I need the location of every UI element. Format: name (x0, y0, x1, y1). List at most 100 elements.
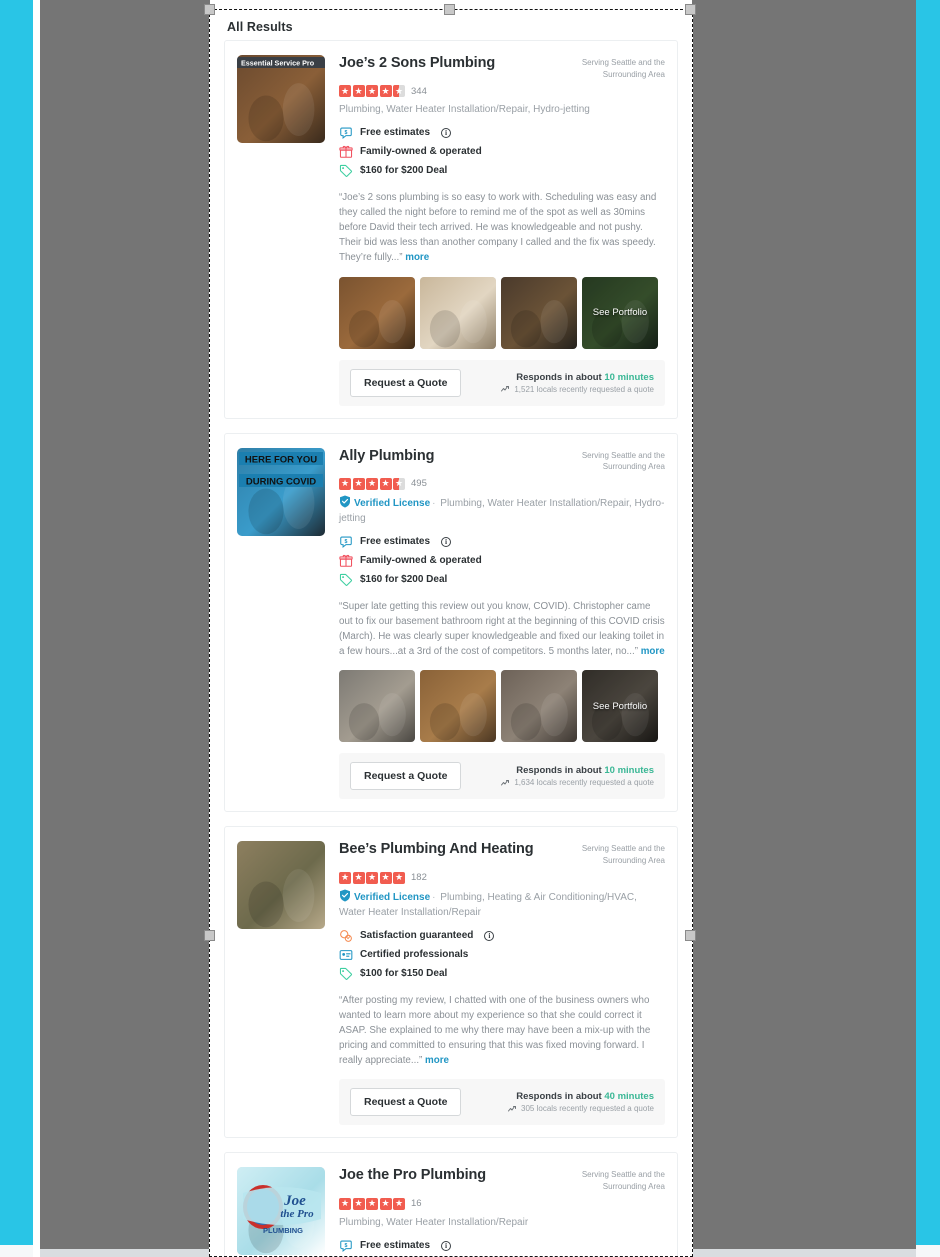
joe-the-pro-logo[interactable]: Joe the Pro PLUMBING (237, 1167, 325, 1256)
screenshot-selection-region[interactable]: All Results Essential Service Pro Joe’s … (209, 9, 693, 1257)
portfolio-thumbnail[interactable] (420, 670, 496, 743)
review-count[interactable]: 16 (411, 1198, 422, 1209)
screenshot-root: All Results Essential Service Pro Joe’s … (0, 0, 940, 1257)
request-a-quote-button[interactable]: Request a Quote (350, 762, 462, 791)
verified-license-label[interactable]: Verified License (354, 892, 430, 903)
speech-bubble-dollar-icon: $ (339, 1239, 353, 1253)
request-a-quote-button[interactable]: Request a Quote (350, 1088, 462, 1117)
responds-in-text: Responds in about 10 minutes (501, 765, 654, 776)
star-icon: ★ (339, 871, 351, 884)
quote-bar: Request a Quote Responds in about 40 min… (339, 1079, 665, 1126)
price-tag-icon (339, 967, 353, 981)
response-info: Responds in about 10 minutes 1,634 local… (501, 765, 654, 787)
business-result-card[interactable]: Joe the Pro PLUMBING Joe the Pro Plumbing … (224, 1152, 678, 1256)
attribute-row: $ Free estimates i (339, 533, 665, 552)
business-name[interactable]: Joe the Pro Plumbing (339, 1167, 486, 1184)
family-portrait-photo[interactable] (237, 841, 325, 930)
star-icon: ★ (339, 477, 351, 490)
response-time: 40 minutes (604, 1091, 654, 1103)
rating-row: ★ ★ ★ ★ ★ 495 (339, 477, 665, 490)
attribute-label: Certified professionals (360, 949, 469, 961)
attributes-list: $ Free estimates i Family-owned & operat… (339, 124, 665, 181)
resize-handle-middle-left[interactable] (204, 930, 215, 941)
attribute-label: Family-owned & operated (360, 555, 482, 567)
star-icon: ★ (393, 1197, 405, 1210)
business-name[interactable]: Bee’s Plumbing And Heating (339, 841, 534, 858)
resize-handle-middle-right[interactable] (685, 930, 696, 941)
info-circle-icon[interactable]: i (441, 537, 452, 548)
service-area: Serving Seattle and the Surrounding Area (581, 450, 665, 472)
business-name[interactable]: Ally Plumbing (339, 448, 434, 465)
trending-up-icon (501, 386, 510, 392)
attribute-row: $ Free estimates i (339, 124, 665, 143)
business-result-card[interactable]: HERE FOR YOU DURING COVID Ally Plumbing S… (224, 432, 678, 813)
resize-handle-top-center[interactable] (444, 4, 455, 15)
shield-check-icon (340, 889, 350, 902)
review-count[interactable]: 344 (411, 86, 427, 97)
star-icon: ★ (393, 477, 405, 490)
portfolio-thumbnail[interactable] (501, 670, 577, 743)
see-portfolio-label[interactable]: See Portfolio (582, 670, 658, 743)
business-result-card[interactable]: Essential Service Pro Joe’s 2 Sons Plumb… (224, 40, 678, 419)
verified-license-label[interactable]: Verified License (354, 498, 430, 509)
attribute-row: Family-owned & operated (339, 143, 665, 162)
attribute-label: Free estimates (360, 1239, 431, 1251)
svg-text:PLUMBING: PLUMBING (263, 1226, 303, 1235)
browser-edge-left (0, 0, 33, 1257)
star-icon: ★ (366, 85, 378, 98)
portfolio-thumbnails: See Portfolio (339, 276, 665, 349)
category-list: Plumbing, Water Heater Installation/Repa… (339, 104, 590, 116)
star-icon: ★ (393, 85, 405, 98)
portfolio-thumbnail[interactable] (420, 276, 496, 349)
more-link[interactable]: more (425, 1055, 449, 1066)
categories-line: Verified License · Plumbing, Water Heater… (339, 495, 665, 527)
portfolio-thumbnail[interactable] (501, 276, 577, 349)
star-rating: ★ ★ ★ ★ ★ (339, 871, 405, 884)
dimmed-overlay-right (692, 0, 916, 1257)
service-area: Serving Seattle and the Surrounding Area (581, 1170, 665, 1192)
response-info: Responds in about 40 minutes 305 locals … (508, 1091, 654, 1113)
review-snippet: “After posting my review, I chatted with… (339, 993, 665, 1069)
attributes-list: Satisfaction guaranteed i Certified prof… (339, 927, 665, 984)
dimmed-overlay-left (40, 0, 210, 1257)
portfolio-thumbnail[interactable] (339, 670, 415, 743)
portfolio-thumbnails: See Portfolio (339, 670, 665, 743)
response-time: 10 minutes (604, 371, 654, 383)
review-count[interactable]: 495 (411, 478, 427, 489)
svg-text:the Pro: the Pro (280, 1208, 314, 1220)
review-count[interactable]: 182 (411, 872, 427, 883)
responds-in-text: Responds in about 10 minutes (501, 372, 654, 383)
more-link[interactable]: more (405, 252, 429, 263)
review-text: “After posting my review, I chatted with… (339, 994, 651, 1067)
gift-box-icon (339, 554, 353, 568)
resize-handle-top-right[interactable] (685, 4, 696, 15)
portfolio-thumbnail[interactable] (339, 276, 415, 349)
locals-requested-note: 1,634 locals recently requested a quote (501, 778, 654, 787)
portfolio-thumbnail[interactable]: See Portfolio (582, 670, 658, 743)
info-circle-icon[interactable]: i (441, 1240, 452, 1251)
attribute-row: $160 for $200 Deal (339, 162, 665, 181)
svg-text:Joe: Joe (283, 1193, 306, 1209)
info-circle-icon[interactable]: i (484, 931, 495, 942)
plumber-handshake-photo[interactable]: Essential Service Pro (237, 55, 325, 143)
svg-text:Essential Service Pro: Essential Service Pro (241, 59, 315, 68)
team-in-front-of-vans-photo[interactable]: HERE FOR YOU DURING COVID (237, 447, 325, 536)
star-icon: ★ (339, 1197, 351, 1210)
business-name[interactable]: Joe’s 2 Sons Plumbing (339, 55, 495, 72)
business-result-card[interactable]: Bee’s Plumbing And Heating Serving Seatt… (224, 826, 678, 1139)
see-portfolio-label[interactable]: See Portfolio (582, 276, 658, 349)
request-a-quote-button[interactable]: Request a Quote (350, 368, 462, 397)
star-rating: ★ ★ ★ ★ ★ (339, 477, 405, 490)
resize-handle-top-left[interactable] (204, 4, 215, 15)
review-snippet: “Super late getting this review out you … (339, 599, 665, 660)
attribute-row: Satisfaction guaranteed i (339, 927, 665, 946)
portfolio-thumbnail[interactable]: See Portfolio (582, 276, 658, 349)
responds-prefix: Responds in about (516, 1091, 605, 1103)
attribute-label: Free estimates (360, 536, 431, 548)
info-circle-icon[interactable]: i (441, 128, 452, 139)
star-icon: ★ (352, 477, 365, 490)
star-icon: ★ (352, 871, 365, 884)
response-info: Responds in about 10 minutes 1,521 local… (501, 372, 654, 394)
attribute-row: $100 for $150 Deal (339, 965, 665, 984)
more-link[interactable]: more (641, 646, 665, 657)
